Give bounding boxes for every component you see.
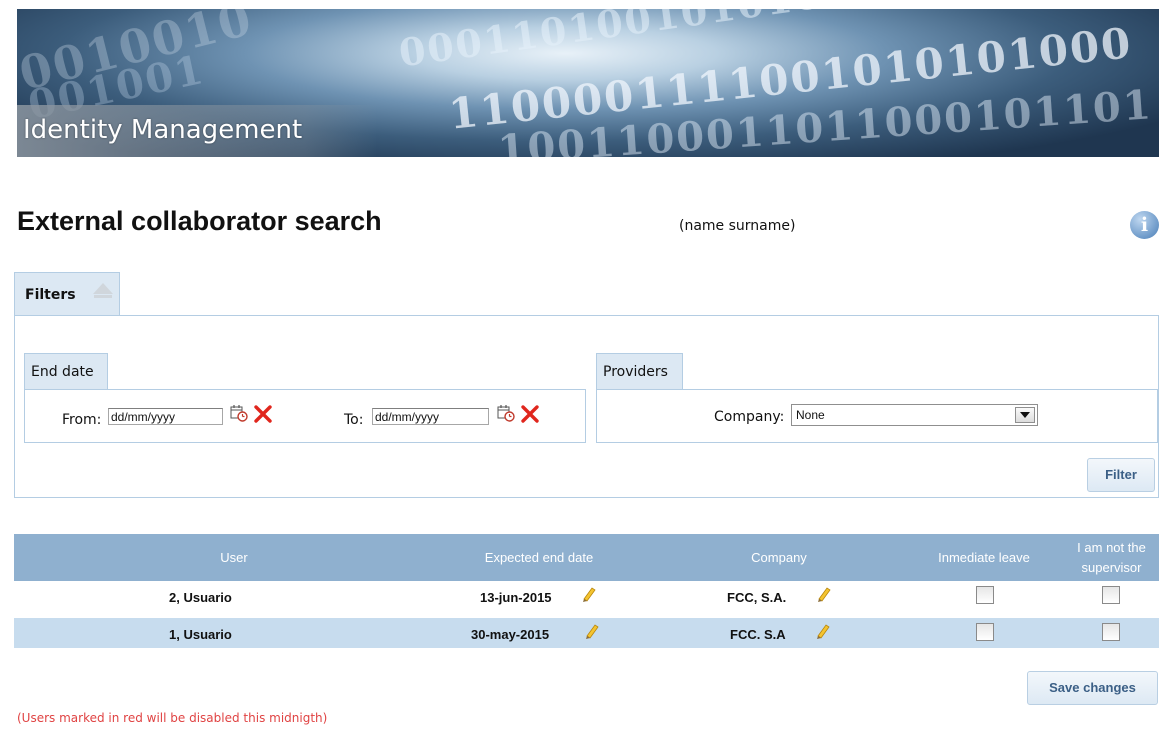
calendar-icon[interactable]: [497, 404, 515, 422]
calendar-icon[interactable]: [230, 404, 248, 422]
app-title: Identity Management: [23, 115, 303, 145]
to-date-input[interactable]: dd/mm/yyyy: [372, 408, 489, 425]
immediate-leave-checkbox[interactable]: [976, 623, 994, 641]
filter-button[interactable]: Filter: [1087, 458, 1155, 492]
cell-user: 2, Usuario: [169, 590, 232, 605]
cell-company: FCC. S.A: [730, 627, 786, 642]
table-row: 2, Usuario 13-jun-2015 FCC, S.A.: [14, 581, 1159, 611]
providers-legend-label: Providers: [603, 364, 668, 380]
not-supervisor-checkbox[interactable]: [1102, 586, 1120, 604]
providers-legend: Providers: [596, 353, 683, 391]
column-header-company: Company: [751, 550, 807, 565]
company-select[interactable]: None: [791, 404, 1038, 426]
table-header: User Expected end date Company Inmediate…: [14, 534, 1159, 581]
end-date-legend: End date: [24, 353, 108, 391]
column-header-immediate-leave: Inmediate leave: [938, 550, 1030, 565]
collapse-up-icon: [93, 283, 113, 294]
info-icon[interactable]: i: [1130, 211, 1159, 239]
cell-expected-end-date: 30-may-2015: [471, 627, 550, 642]
table-row: 1, Usuario 30-may-2015 FCC. S.A: [14, 618, 1159, 648]
end-date-legend-label: End date: [31, 364, 94, 380]
edit-pencil-icon[interactable]: [581, 586, 597, 602]
clear-to-date-icon[interactable]: [520, 404, 540, 424]
column-header-not-supervisor: I am not the supervisor: [1064, 538, 1159, 578]
immediate-leave-checkbox[interactable]: [976, 586, 994, 604]
page-title: External collaborator search: [17, 206, 382, 236]
column-header-user: User: [220, 550, 248, 565]
edit-pencil-icon[interactable]: [815, 623, 831, 639]
clear-from-date-icon[interactable]: [253, 404, 273, 424]
not-supervisor-checkbox[interactable]: [1102, 623, 1120, 641]
filters-toggle[interactable]: Filters: [14, 272, 120, 316]
disable-warning-note: (Users marked in red will be disabled th…: [17, 711, 328, 725]
edit-pencil-icon[interactable]: [584, 623, 600, 639]
company-select-value: None: [796, 408, 825, 422]
filters-label: Filters: [25, 287, 76, 303]
from-label: From:: [62, 412, 102, 428]
chevron-down-icon[interactable]: [1015, 407, 1035, 423]
column-header-not-supervisor-line1: I am not the: [1077, 540, 1146, 555]
from-date-input[interactable]: dd/mm/yyyy: [108, 408, 223, 425]
column-header-expected-end-date: Expected end date: [484, 550, 594, 565]
column-header-not-supervisor-line2: supervisor: [1081, 560, 1142, 575]
collapse-up-icon-bar: [94, 295, 112, 298]
edit-pencil-icon[interactable]: [816, 586, 832, 602]
header-banner: 0010010 001001 0001101001010101 11000011…: [17, 9, 1159, 157]
save-changes-button[interactable]: Save changes: [1027, 671, 1158, 705]
search-hint: (name surname): [679, 218, 796, 234]
cell-user: 1, Usuario: [169, 627, 232, 642]
cell-company: FCC, S.A.: [727, 590, 787, 605]
company-label: Company:: [714, 409, 785, 425]
cell-expected-end-date: 13-jun-2015: [480, 590, 552, 605]
to-label: To:: [344, 412, 364, 428]
